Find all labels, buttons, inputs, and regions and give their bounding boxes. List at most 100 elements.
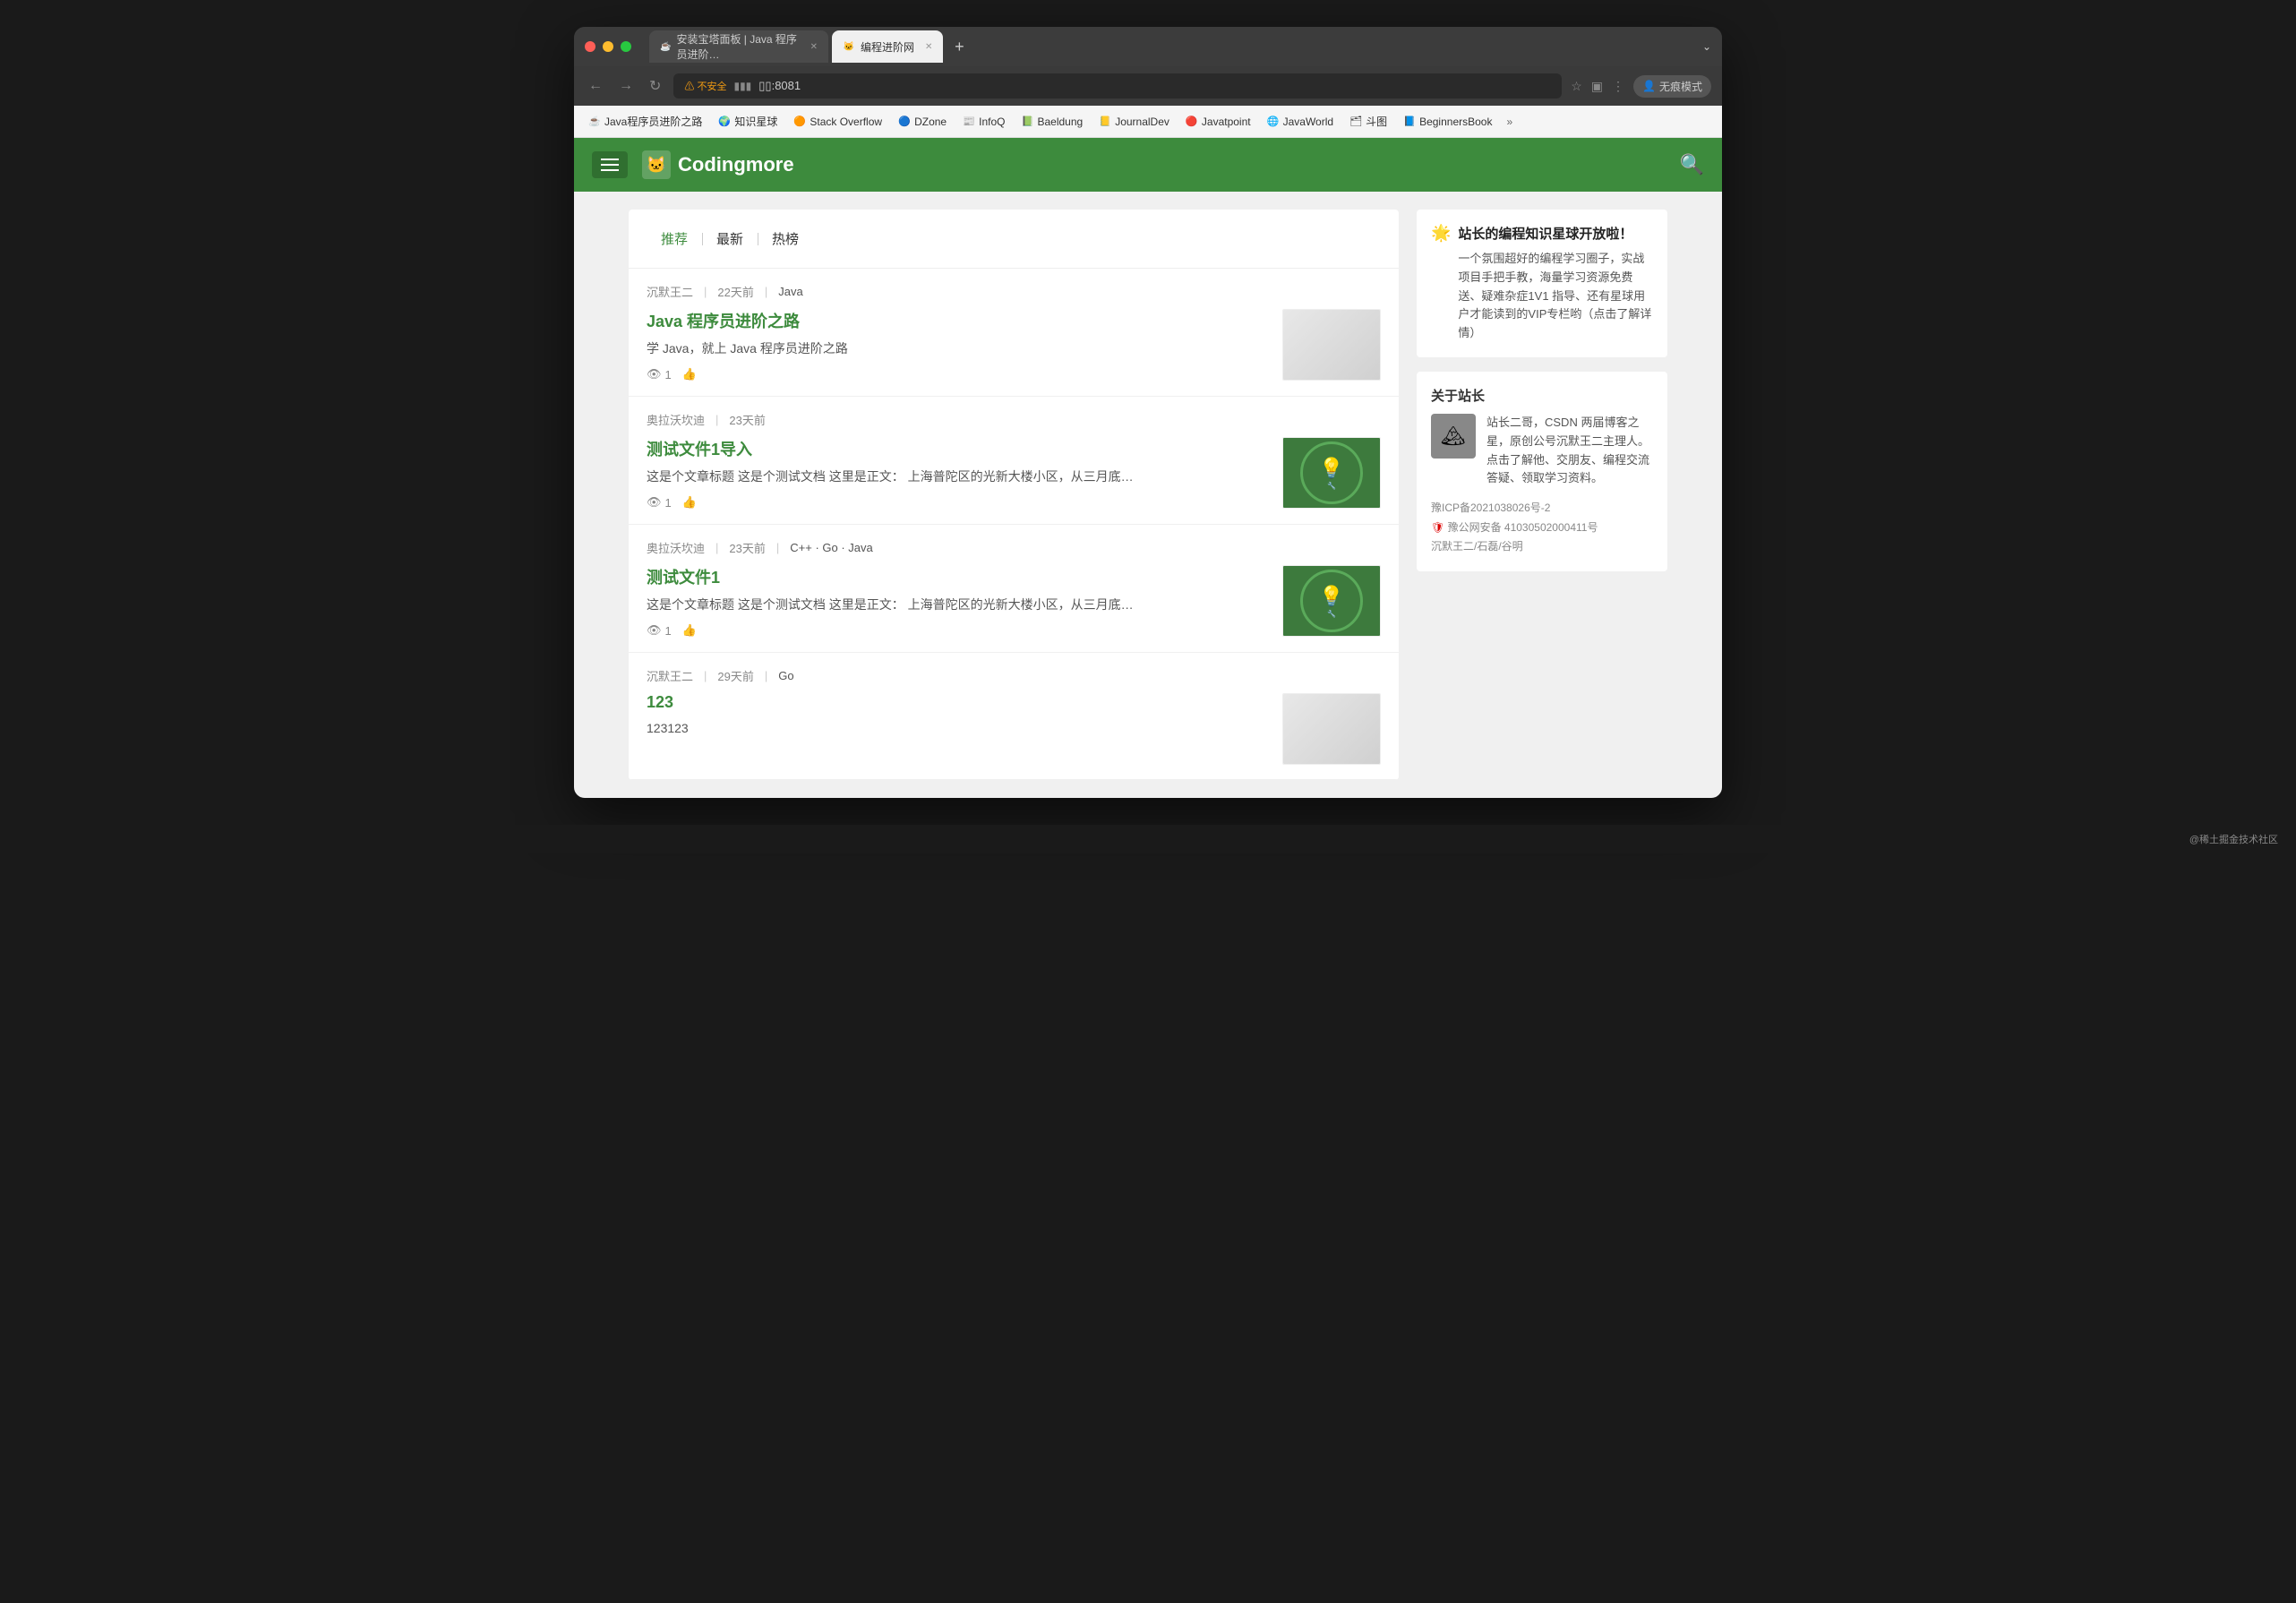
bookmark-dotu[interactable]: 🗂 斗图 [1342, 110, 1394, 133]
incognito-label: 无痕模式 [1659, 79, 1702, 94]
article-desc-1: 学 Java，就上 Java 程序员进阶之路 [647, 339, 1268, 358]
article-text-2: 测试文件1导入 这是个文章标题 这是个测试文档 这里是正文： 上海普陀区的光新大… [647, 437, 1268, 510]
close-button[interactable] [585, 41, 595, 52]
reader-mode-icon[interactable]: ▣ [1591, 79, 1603, 94]
article-desc-3: 这是个文章标题 这是个测试文档 这里是正文： 上海普陀区的光新大楼小区，从三月底… [647, 596, 1268, 614]
content-tabs: 推荐 最新 热榜 [629, 210, 1399, 269]
tab-2-icon: 🐱 [843, 40, 855, 53]
bookmark-dzone-icon: 🔵 [898, 116, 911, 128]
about-avatar: 🏔 [1431, 414, 1476, 459]
tab-recommended[interactable]: 推荐 [647, 224, 702, 253]
article-author-2: 奥拉沃坎迪 [647, 411, 705, 428]
site-content: 🐱 Codingmore 🔍 推荐 最新 热榜 沉默王二 [574, 138, 1722, 798]
bookmarks-more-button[interactable]: » [1501, 112, 1518, 132]
bookmark-javaworld-label: JavaWorld [1283, 116, 1333, 128]
tabs-area: ☕ 安装宝塔面板 | Java 程序员进阶… ✕ 🐱 编程进阶网 ✕ + ⌄ [649, 30, 1711, 63]
address-url: ▯▯:8081 [758, 79, 801, 93]
address-bar: ← → ↻ ⚠ 不安全 ▮▮▮ ▯▯:8081 ☆ ▣ ⋮ 👤 无痕模式 [574, 66, 1722, 106]
likes-1: 👍 [682, 367, 697, 381]
article-author-4: 沉默王二 [647, 667, 693, 684]
logo-icon: 🐱 [642, 150, 671, 179]
article-stats-3: 👁 1 👍 [647, 623, 1268, 638]
article-body-2: 测试文件1导入 这是个文章标题 这是个测试文档 这里是正文： 上海普陀区的光新大… [647, 437, 1381, 510]
minimize-button[interactable] [603, 41, 613, 52]
fullscreen-button[interactable] [621, 41, 631, 52]
forward-button[interactable]: → [615, 74, 637, 98]
back-button[interactable]: ← [585, 74, 606, 98]
likes-3: 👍 [682, 623, 697, 638]
promo-title[interactable]: 站长的编程知识星球开放啦！ [1458, 224, 1653, 243]
article-tag-4: Go [778, 669, 793, 682]
bookmark-infoq[interactable]: 📰 InfoQ [955, 112, 1012, 132]
article-author-1: 沉默王二 [647, 283, 693, 300]
traffic-lights [585, 41, 631, 52]
article-item-1: 沉默王二 | 22天前 | Java Java 程序员进阶之路 学 Java，就… [629, 269, 1399, 397]
bookmark-dotu-icon: 🗂 [1349, 116, 1362, 128]
article-meta-2: 奥拉沃坎迪 | 23天前 [647, 411, 1381, 428]
bookmark-zhishi-icon: 🌍 [718, 116, 731, 128]
hamburger-menu[interactable] [592, 151, 628, 178]
like-icon: 👍 [682, 367, 697, 381]
article-meta-4: 沉默王二 | 29天前 | Go [647, 667, 1381, 684]
article-text-3: 测试文件1 这是个文章标题 这是个测试文档 这里是正文： 上海普陀区的光新大楼小… [647, 565, 1268, 638]
bookmark-icon[interactable]: ☆ [1571, 79, 1582, 94]
article-item-3: 奥拉沃坎迪 | 23天前 | C++ · Go · Java 测试文件1 这是个… [629, 525, 1399, 653]
bookmark-baeldung[interactable]: 📗 Baeldung [1014, 112, 1090, 132]
bookmark-baeldung-label: Baeldung [1037, 116, 1083, 128]
bookmark-javaworld[interactable]: 🌐 JavaWorld [1260, 112, 1341, 132]
article-body-1: Java 程序员进阶之路 学 Java，就上 Java 程序员进阶之路 👁 1 … [647, 309, 1381, 381]
bookmark-dzone[interactable]: 🔵 DZone [891, 112, 954, 132]
site-logo[interactable]: 🐱 Codingmore [642, 150, 794, 179]
reload-button[interactable]: ↻ [646, 73, 664, 99]
tab-1[interactable]: ☕ 安装宝塔面板 | Java 程序员进阶… ✕ [649, 30, 828, 63]
about-card: 关于站长 🏔 站长二哥，CSDN 两届博客之星，原创公号沉默王二主理人。点击了解… [1417, 372, 1667, 571]
article-title-1[interactable]: Java 程序员进阶之路 [647, 309, 1268, 332]
thumb-placeholder-4 [1283, 694, 1380, 764]
bookmark-java[interactable]: ☕ Java程序员进阶之路 [581, 110, 709, 133]
beian-2-text: 豫公网安备 41030502000411号 [1448, 521, 1598, 534]
bookmark-stackoverflow[interactable]: 🟠 Stack Overflow [786, 112, 889, 132]
browser-window: ☕ 安装宝塔面板 | Java 程序员进阶… ✕ 🐱 编程进阶网 ✕ + ⌄ ←… [574, 27, 1722, 798]
tab-2-close[interactable]: ✕ [925, 42, 932, 52]
views-3: 👁 1 [647, 623, 672, 638]
article-body-3: 测试文件1 这是个文章标题 这是个测试文档 这里是正文： 上海普陀区的光新大楼小… [647, 565, 1381, 638]
article-stats-1: 👁 1 👍 [647, 367, 1268, 381]
tab-2[interactable]: 🐱 编程进阶网 ✕ [832, 30, 943, 63]
bookmark-stackoverflow-label: Stack Overflow [810, 116, 882, 128]
article-tag-3: C++ · Go · Java [790, 541, 872, 554]
article-thumb-4 [1282, 693, 1381, 765]
promo-icon: 🌟 [1431, 224, 1451, 243]
views-2: 👁 1 [647, 495, 672, 510]
bookmark-journaldev-label: JournalDev [1115, 116, 1169, 128]
menu-icon[interactable]: ⋮ [1612, 79, 1624, 94]
bookmark-java-icon: ☕ [588, 116, 601, 128]
tab-latest[interactable]: 最新 [702, 224, 758, 253]
bookmark-dotu-label: 斗图 [1366, 114, 1387, 129]
tabs-chevron[interactable]: ⌄ [1702, 40, 1711, 53]
new-tab-button[interactable]: + [947, 34, 972, 59]
tab-1-icon: ☕ [660, 40, 671, 53]
article-item-4: 沉默王二 | 29天前 | Go 123 123123 [629, 653, 1399, 780]
site-header: 🐱 Codingmore 🔍 [574, 138, 1722, 192]
bookmark-journaldev[interactable]: 📒 JournalDev [1092, 112, 1177, 132]
tab-hot[interactable]: 热榜 [758, 224, 813, 253]
security-warning: ⚠ 不安全 [684, 79, 726, 93]
incognito-button[interactable]: 👤 无痕模式 [1633, 75, 1711, 98]
bookmark-zhishi[interactable]: 🌍 知识星球 [711, 110, 784, 133]
bookmark-javatpoint-icon: 🔴 [1186, 116, 1198, 128]
search-button[interactable]: 🔍 [1680, 153, 1704, 176]
article-title-3[interactable]: 测试文件1 [647, 565, 1268, 588]
beian-info: 豫ICP备2021038026号-2 🛡 豫公网安备 4103050200041… [1431, 499, 1653, 557]
article-title-4[interactable]: 123 [647, 693, 1268, 712]
beian-1: 豫ICP备2021038026号-2 [1431, 499, 1653, 519]
bookmark-beginnersbook[interactable]: 📘 BeginnersBook [1396, 112, 1499, 132]
bookmark-javatpoint[interactable]: 🔴 Javatpoint [1178, 112, 1258, 132]
article-title-2[interactable]: 测试文件1导入 [647, 437, 1268, 460]
address-field[interactable]: ⚠ 不安全 ▮▮▮ ▯▯:8081 [673, 73, 1562, 99]
eye-icon-3: 👁 [647, 623, 662, 638]
article-author-3: 奥拉沃坎迪 [647, 539, 705, 556]
tab-1-close[interactable]: ✕ [810, 42, 818, 52]
bookmark-baeldung-icon: 📗 [1021, 116, 1033, 128]
article-desc-4: 123123 [647, 719, 1268, 738]
tab-2-label: 编程进阶网 [861, 39, 914, 55]
